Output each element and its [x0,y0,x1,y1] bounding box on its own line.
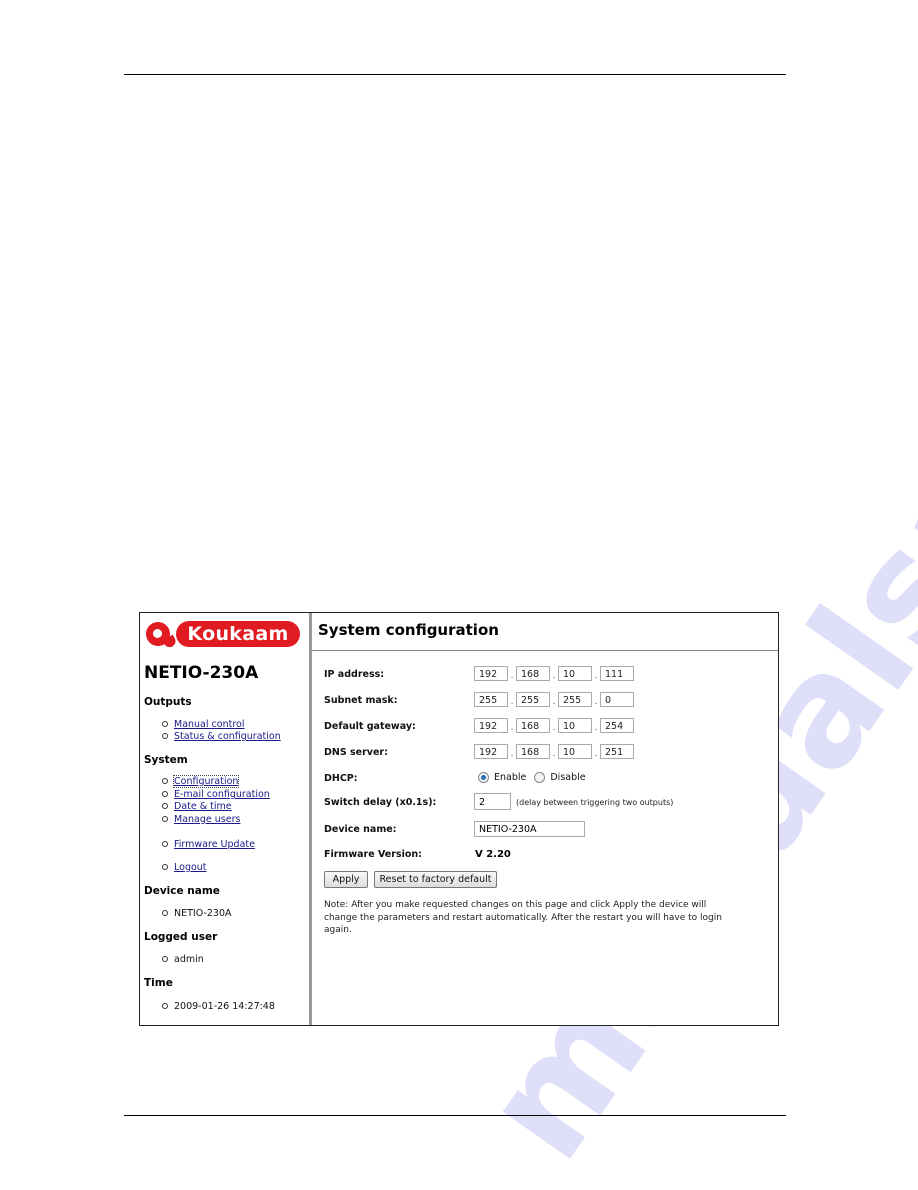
gateway-octet-3[interactable]: 10 [558,718,592,733]
default-gateway-field: 192. 168. 10. 254 [474,716,634,733]
dns-octet-1[interactable]: 192 [474,744,508,759]
bullet-icon [162,790,168,797]
section-heading-time: Time [144,977,173,989]
koukaam-logo: Koukaam [144,619,300,650]
section-heading-logged-user: Logged user [144,931,218,943]
dns-octet-3[interactable]: 10 [558,744,592,759]
sidebar-link[interactable]: Manual control [174,719,244,730]
sidebar-item-status-configuration[interactable]: Status & configuration [162,731,281,742]
apply-button[interactable]: Apply [324,871,368,888]
bullet-icon [162,777,168,784]
footer-rule [124,1115,786,1116]
web-ui-screenshot: Koukaam NETIO-230A Outputs Manual contro… [139,612,779,1026]
gateway-octet-1[interactable]: 192 [474,718,508,733]
device-name-input[interactable]: NETIO-230A [474,821,585,837]
firmware-version-value: V 2.20 [475,849,511,860]
ip-octet-4[interactable]: 111 [600,666,634,681]
section-heading-system: System [144,754,188,766]
subnet-octet-4[interactable]: 0 [600,692,634,707]
bullet-icon [162,720,168,727]
dns-octet-4[interactable]: 251 [600,744,634,759]
time-value: 2009-01-26 14:27:48 [162,1001,275,1012]
section-heading-device-name: Device name [144,885,220,897]
sidebar-item-configuration[interactable]: Configuration [162,775,240,788]
switch-delay-label: Switch delay (x0.1s): [324,797,437,808]
switch-delay-input[interactable]: 2 [474,793,511,810]
bullet-icon [162,1002,168,1009]
sidebar-link[interactable]: Status & configuration [174,731,281,742]
bullet-icon [162,802,168,809]
sidebar-link[interactable]: Manage users [174,814,240,825]
section-heading-outputs: Outputs [144,696,192,708]
subnet-mask-field: 255. 255. 255. 0 [474,690,634,707]
ip-address-label: IP address: [324,669,385,680]
subnet-mask-label: Subnet mask: [324,695,398,706]
dns-octet-2[interactable]: 168 [516,744,550,759]
sidebar-link[interactable]: E-mail configuration [174,789,270,800]
subnet-octet-3[interactable]: 255 [558,692,592,707]
dhcp-label: DHCP: [324,773,358,784]
subnet-octet-2[interactable]: 255 [516,692,550,707]
firmware-version-label: Firmware Version: [324,849,422,860]
bullet-icon [162,815,168,822]
bullet-icon [162,909,168,916]
dhcp-radio-group: Enable Disable [478,772,594,783]
main-panel: System configuration IP address: 192. 16… [312,613,778,1025]
bullet-icon [162,955,168,962]
gateway-octet-2[interactable]: 168 [516,718,550,733]
header-rule [124,74,786,75]
dhcp-disable-radio[interactable] [534,772,546,783]
switch-delay-note: (delay between triggering two outputs) [516,798,674,807]
default-gateway-label: Default gateway: [324,721,416,732]
ip-octet-1[interactable]: 192 [474,666,508,681]
sidebar-link[interactable]: Date & time [174,801,232,812]
ip-octet-3[interactable]: 10 [558,666,592,681]
device-name-value: NETIO-230A [162,908,232,919]
ip-octet-2[interactable]: 168 [516,666,550,681]
dhcp-enable-radio[interactable] [478,772,489,783]
sidebar-item-date-time[interactable]: Date & time [162,801,232,812]
reset-factory-default-button[interactable]: Reset to factory default [374,871,497,888]
sidebar-item-manual-control[interactable]: Manual control [162,719,244,730]
device-title: NETIO-230A [144,663,259,683]
logged-user-value: admin [162,954,204,965]
dhcp-disable-label[interactable]: Disable [550,772,585,783]
restart-note: Note: After you make requested changes o… [324,900,722,935]
sidebar-link[interactable]: Configuration [172,775,240,788]
gateway-octet-4[interactable]: 254 [600,718,634,733]
sidebar-item-email-configuration[interactable]: E-mail configuration [162,789,270,800]
title-divider [312,650,778,651]
bullet-icon [162,863,168,870]
subnet-octet-1[interactable]: 255 [474,692,508,707]
sidebar-link[interactable]: Logout [174,862,207,873]
sidebar-item-firmware-update[interactable]: Firmware Update [162,839,255,850]
page-title: System configuration [318,621,499,639]
dns-server-label: DNS server: [324,747,388,758]
device-name-label: Device name: [324,824,397,835]
sidebar-link[interactable]: Firmware Update [174,839,255,850]
ip-address-field: 192. 168. 10. 111 [474,664,634,681]
sidebar-item-logout[interactable]: Logout [162,862,207,873]
dhcp-enable-label[interactable]: Enable [494,772,526,783]
sidebar: Koukaam NETIO-230A Outputs Manual contro… [140,613,312,1025]
dns-server-field: 192. 168. 10. 251 [474,742,634,759]
bullet-icon [162,840,168,847]
logo-text: Koukaam [176,621,300,647]
bullet-icon [162,732,168,739]
sidebar-item-manage-users[interactable]: Manage users [162,814,240,825]
